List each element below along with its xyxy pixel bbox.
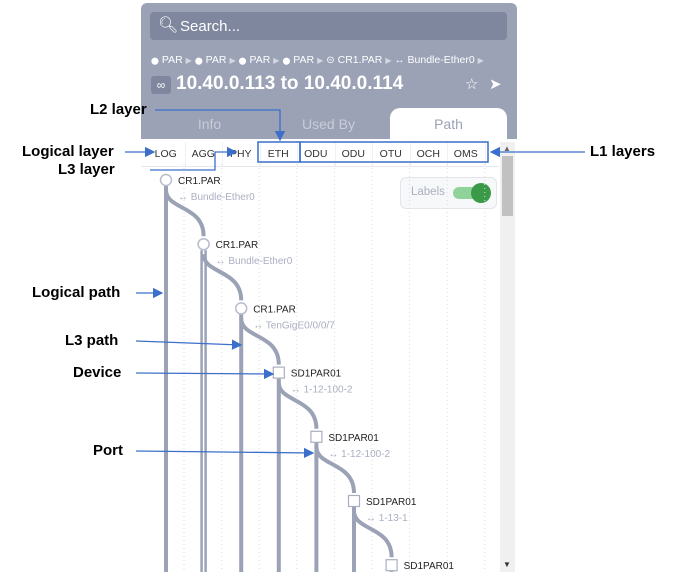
device-node: [310, 430, 323, 443]
node-port: ↔ Bundle-Ether0: [216, 256, 293, 267]
annotation-l3-path: L3 path: [65, 332, 119, 349]
node-port: ↔ 1-13-1: [366, 513, 408, 524]
annotation-l1-layers: L1 layers: [590, 143, 656, 160]
annotation-l2-layer: L2 layer: [90, 101, 147, 118]
node-name: CR1.PAR: [216, 240, 259, 251]
annotation-l3-layer: L3 layer: [58, 161, 115, 178]
node-name: CR1.PAR: [178, 176, 221, 187]
device-node: [385, 559, 398, 572]
l3-layer-arrow: [150, 146, 238, 171]
node-circle: [159, 173, 173, 187]
annotation-logical-layer: Logical layer: [22, 143, 114, 160]
device-node: [347, 494, 361, 508]
node-name: CR1.PAR: [253, 304, 296, 315]
node-port: ↔ 1-12-100-2: [291, 385, 353, 396]
l1-layers-box: [299, 141, 489, 163]
annotation-device: Device: [73, 364, 122, 381]
node-name: SD1PAR01: [366, 497, 417, 508]
device-arrow: [135, 368, 275, 380]
node-port: ↔ Bundle-Ether0: [178, 192, 255, 203]
annotation-port: Port: [93, 442, 123, 459]
node-port: ↔ TenGigE0/0/0/7: [253, 320, 335, 331]
node-circle: [234, 302, 248, 315]
node-port: ↔ 1-12-100-2: [328, 449, 390, 460]
node-name: SD1PAR01: [291, 369, 342, 380]
device-node: [272, 366, 285, 379]
node-circle: [197, 237, 210, 251]
l3-path-arrow: [135, 339, 243, 350]
l2-layer-arrow: [155, 109, 286, 142]
l2-layer-box: [257, 141, 301, 163]
annotation-logical-path: Logical path: [32, 284, 121, 301]
node-name: SD1PAR01: [328, 433, 379, 444]
port-arrow: [135, 447, 315, 459]
node-name: SD1PAR01: [404, 561, 455, 572]
